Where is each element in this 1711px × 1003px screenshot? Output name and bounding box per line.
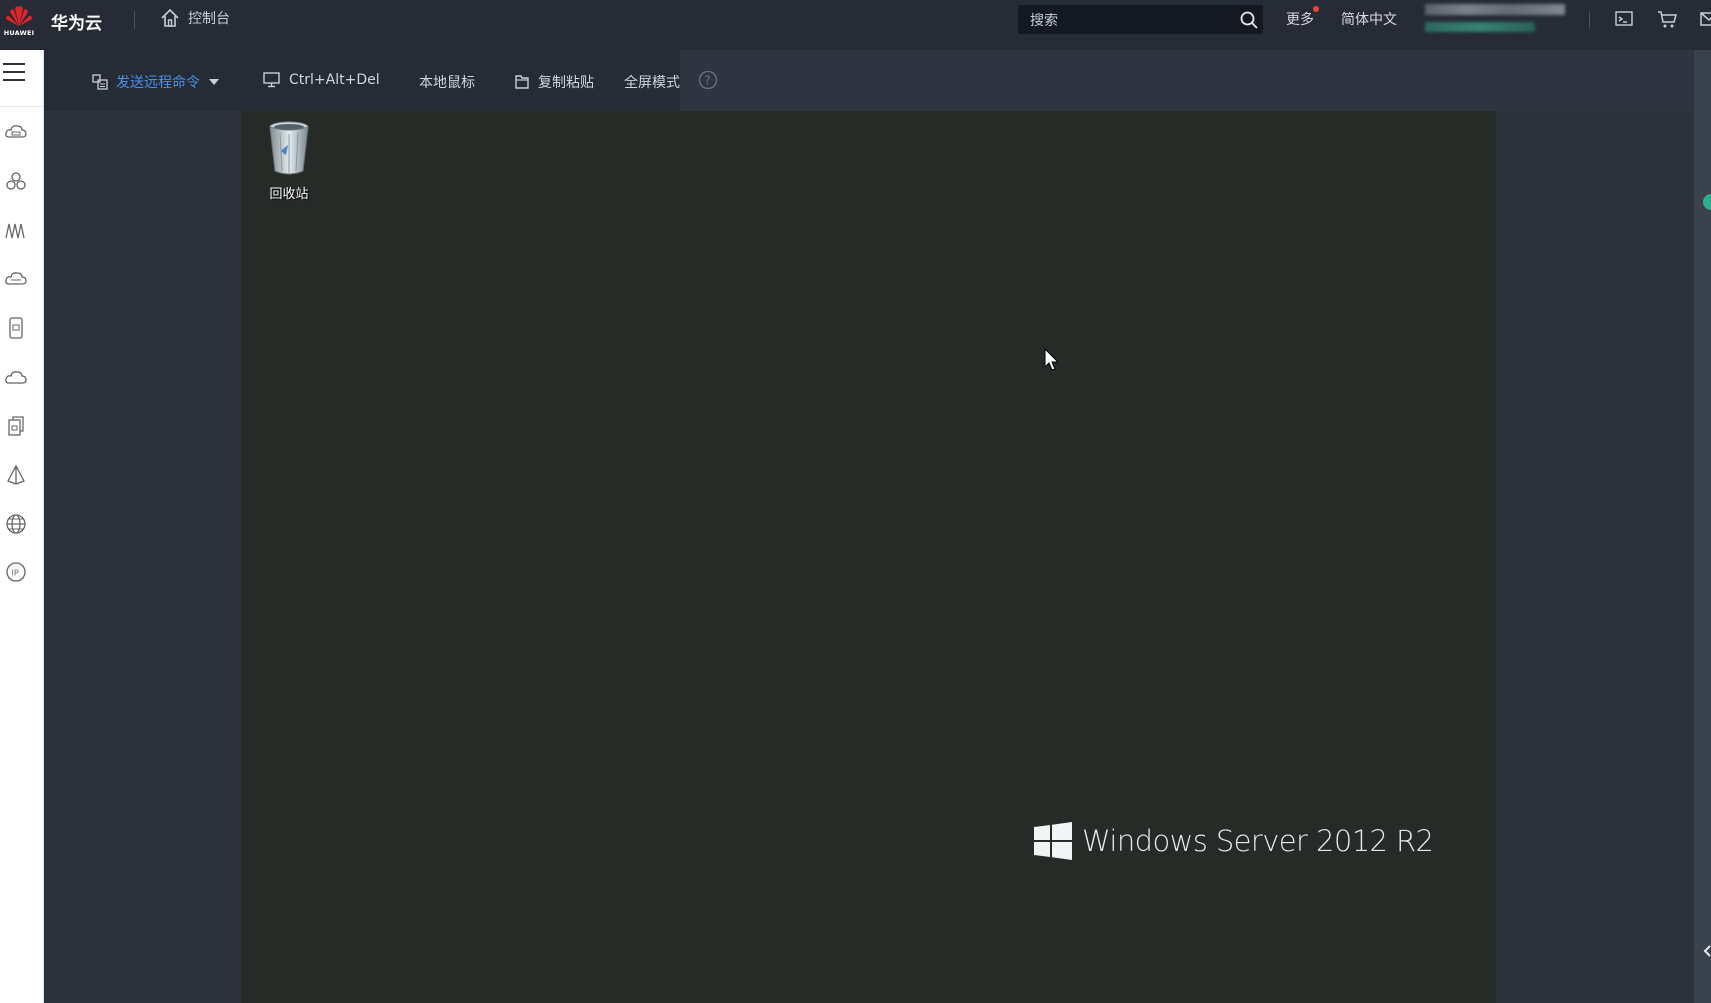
recycle-bin-desktop-icon[interactable]: 回收站 xyxy=(259,121,319,202)
copy-paste-button[interactable]: 复制粘贴 xyxy=(514,72,594,92)
windows-logo-icon xyxy=(1034,822,1072,860)
local-mouse-label: 本地鼠标 xyxy=(419,75,475,91)
remote-margin-right xyxy=(1496,111,1694,1003)
cluster-icon[interactable] xyxy=(4,169,28,193)
search-icon[interactable] xyxy=(1235,5,1263,34)
account-info-redacted[interactable] xyxy=(1425,4,1565,36)
help-icon[interactable]: ? xyxy=(698,70,718,90)
monitor-wave-icon[interactable] xyxy=(4,218,28,242)
toolbar-extension: ? xyxy=(680,50,1694,111)
cloud-server-icon[interactable] xyxy=(4,120,28,144)
brand-title[interactable]: 华为云 xyxy=(51,9,102,34)
monitor-icon xyxy=(263,72,280,88)
ip-icon[interactable]: IP xyxy=(4,560,28,584)
divider xyxy=(134,11,135,29)
svg-text:IP: IP xyxy=(12,569,19,578)
logo-text: HUAWEI xyxy=(3,28,35,37)
windows-version-text: Windows Server 2012 R2 xyxy=(1082,824,1434,858)
console-label: 控制台 xyxy=(188,11,230,27)
mail-icon[interactable] xyxy=(1700,9,1711,33)
copy-file-icon[interactable] xyxy=(4,414,28,438)
left-service-rail: IP xyxy=(0,50,44,1003)
cloud-storage-icon[interactable] xyxy=(4,267,28,291)
divider xyxy=(0,106,44,107)
windows-server-watermark: Windows Server 2012 R2 xyxy=(1034,822,1434,860)
menu-icon[interactable] xyxy=(3,63,25,83)
more-menu[interactable]: 更多 xyxy=(1286,9,1314,29)
local-mouse-button[interactable]: 本地鼠标 xyxy=(419,72,475,92)
phone-device-icon[interactable] xyxy=(4,316,28,340)
recycle-bin-label: 回收站 xyxy=(269,187,309,202)
globe-icon[interactable] xyxy=(4,512,28,536)
divider xyxy=(1589,11,1590,29)
search-placeholder: 搜索 xyxy=(1030,12,1058,29)
copy-paste-label: 复制粘贴 xyxy=(538,75,594,91)
console-link[interactable]: 控制台 xyxy=(160,8,230,28)
pyramid-icon[interactable] xyxy=(4,463,28,487)
cart-icon[interactable] xyxy=(1657,9,1679,33)
recycle-bin-icon xyxy=(269,121,309,175)
clipboard-icon xyxy=(515,75,529,89)
notification-dot xyxy=(1313,6,1319,12)
mouse-cursor-icon xyxy=(1044,347,1060,376)
search-input[interactable]: 搜索 xyxy=(1018,5,1263,34)
send-remote-command-dropdown[interactable]: 发送远程命令 xyxy=(92,72,220,92)
svg-text:?: ? xyxy=(704,74,710,88)
fullscreen-label: 全屏模式 xyxy=(624,75,680,91)
huawei-logo[interactable]: HUAWEI xyxy=(0,0,38,40)
remote-desktop-screen[interactable] xyxy=(241,111,1496,1003)
cloud-icon[interactable] xyxy=(4,366,28,390)
huawei-logo-icon xyxy=(6,5,32,26)
remote-console-toolbar: 发送远程命令 Ctrl+Alt+Del 本地鼠标 复制粘贴 全屏模式 xyxy=(44,50,680,111)
chevron-down-icon xyxy=(209,79,219,85)
collapse-arrow-icon[interactable] xyxy=(1703,942,1711,957)
right-side-panel xyxy=(1694,50,1711,1003)
send-command-label: 发送远程命令 xyxy=(116,75,200,91)
home-icon xyxy=(161,8,179,27)
ctrl-alt-del-button[interactable]: Ctrl+Alt+Del xyxy=(263,72,380,88)
command-icon xyxy=(92,74,108,90)
fullscreen-button[interactable]: 全屏模式 xyxy=(624,72,680,92)
remote-margin-left xyxy=(44,111,241,1003)
language-switch[interactable]: 简体中文 xyxy=(1341,9,1397,29)
ctrl-alt-del-label: Ctrl+Alt+Del xyxy=(289,72,380,88)
console-terminal-icon[interactable] xyxy=(1614,9,1634,33)
top-navbar: HUAWEI 华为云 控制台 搜索 更多 简体中文 xyxy=(0,0,1711,50)
